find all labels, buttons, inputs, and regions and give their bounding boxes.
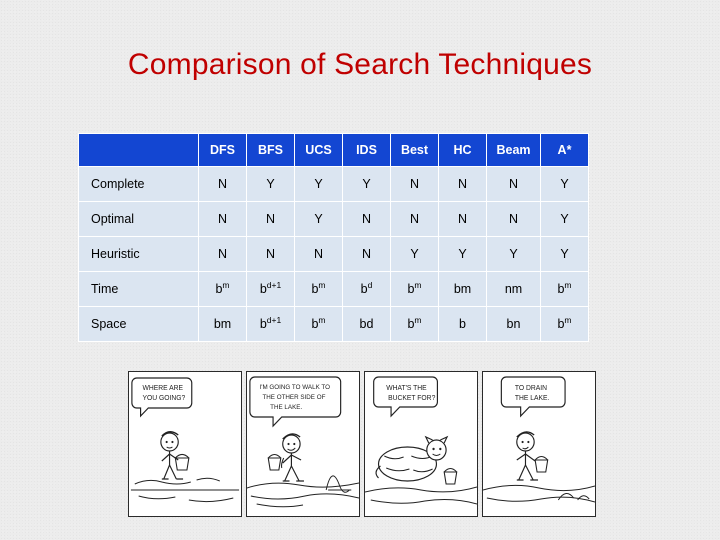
cell-optimal-bfs: N [246, 201, 295, 237]
table-row: Space bm bd+1 bm bd bm b bn bm [78, 306, 589, 342]
cell-complete-beam: N [486, 166, 541, 202]
cell-time-hc: bm [438, 271, 487, 307]
cell-optimal-hc: N [438, 201, 487, 237]
comic-panel-2: I'M GOING TO WALK TO THE OTHER SIDE OF T… [246, 371, 360, 517]
cell-complete-best: N [390, 166, 439, 202]
column-header-best: Best [390, 133, 439, 167]
svg-text:BUCKET FOR?: BUCKET FOR? [388, 395, 435, 402]
cell-space-ids: bd [342, 306, 391, 342]
row-label-space: Space [78, 306, 199, 342]
column-header-beam: Beam [486, 133, 541, 167]
table-row: Time bm bd+1 bm bd bm bm nm bm [78, 271, 589, 307]
svg-text:WHERE ARE: WHERE ARE [143, 385, 184, 392]
cell-space-astar: bm [540, 306, 589, 342]
cell-heuristic-beam: Y [486, 236, 541, 272]
cell-complete-bfs: Y [246, 166, 295, 202]
comparison-table-container: DFS BFS UCS IDS Best HC Beam A* Complete… [78, 133, 589, 342]
cell-heuristic-dfs: N [198, 236, 247, 272]
svg-text:I'M GOING TO WALK TO: I'M GOING TO WALK TO [260, 384, 330, 391]
comic-strip: WHERE ARE YOU GOING? I'M GOING TO WALK T… [128, 371, 596, 517]
column-header-ids: IDS [342, 133, 391, 167]
cell-space-dfs: bm [198, 306, 247, 342]
svg-text:TO DRAIN: TO DRAIN [515, 385, 547, 392]
row-label-complete: Complete [78, 166, 199, 202]
comparison-table: DFS BFS UCS IDS Best HC Beam A* Complete… [78, 133, 589, 342]
column-header-hc: HC [438, 133, 487, 167]
comic-panel-1-art: WHERE ARE YOU GOING? [129, 372, 241, 516]
svg-text:THE LAKE.: THE LAKE. [270, 404, 302, 411]
cell-optimal-best: N [390, 201, 439, 237]
cell-complete-hc: N [438, 166, 487, 202]
column-header-ucs: UCS [294, 133, 343, 167]
cell-heuristic-ids: N [342, 236, 391, 272]
comic-panel-3-art: WHAT'S THE BUCKET FOR? [365, 372, 477, 516]
cell-time-bfs: bd+1 [246, 271, 295, 307]
row-label-time: Time [78, 271, 199, 307]
cell-time-ucs: bm [294, 271, 343, 307]
table-row: Heuristic N N N N Y Y Y Y [78, 236, 589, 272]
cell-heuristic-best: Y [390, 236, 439, 272]
cell-space-hc: b [438, 306, 487, 342]
svg-text:THE LAKE.: THE LAKE. [515, 395, 550, 402]
cell-heuristic-hc: Y [438, 236, 487, 272]
cell-complete-astar: Y [540, 166, 589, 202]
table-header-row: DFS BFS UCS IDS Best HC Beam A* [78, 133, 589, 167]
cell-time-dfs: bm [198, 271, 247, 307]
cell-space-ucs: bm [294, 306, 343, 342]
comic-panel-4-art: TO DRAIN THE LAKE. [483, 372, 595, 516]
column-header-bfs: BFS [246, 133, 295, 167]
table-corner-cell [78, 133, 199, 167]
row-label-heuristic: Heuristic [78, 236, 199, 272]
comic-panel-2-art: I'M GOING TO WALK TO THE OTHER SIDE OF T… [247, 372, 359, 516]
table-row: Optimal N N Y N N N N Y [78, 201, 589, 237]
cell-optimal-ids: N [342, 201, 391, 237]
cell-optimal-astar: Y [540, 201, 589, 237]
cell-time-astar: bm [540, 271, 589, 307]
cell-optimal-dfs: N [198, 201, 247, 237]
cell-space-best: bm [390, 306, 439, 342]
table-row: Complete N Y Y Y N N N Y [78, 166, 589, 202]
cell-space-bfs: bd+1 [246, 306, 295, 342]
cell-complete-ids: Y [342, 166, 391, 202]
row-label-optimal: Optimal [78, 201, 199, 237]
cell-optimal-ucs: Y [294, 201, 343, 237]
svg-text:WHAT'S THE: WHAT'S THE [386, 385, 427, 392]
cell-heuristic-ucs: N [294, 236, 343, 272]
column-header-astar: A* [540, 133, 589, 167]
svg-text:YOU GOING?: YOU GOING? [143, 395, 186, 402]
page-title: Comparison of Search Techniques [127, 48, 593, 81]
cell-complete-ucs: Y [294, 166, 343, 202]
comic-panel-3: WHAT'S THE BUCKET FOR? [364, 371, 478, 517]
cell-complete-dfs: N [198, 166, 247, 202]
svg-text:THE OTHER SIDE OF: THE OTHER SIDE OF [262, 394, 325, 401]
cell-optimal-beam: N [486, 201, 541, 237]
comic-panel-1: WHERE ARE YOU GOING? [128, 371, 242, 517]
cell-time-best: bm [390, 271, 439, 307]
comic-panel-4: TO DRAIN THE LAKE. [482, 371, 596, 517]
cell-space-beam: bn [486, 306, 541, 342]
cell-time-beam: nm [486, 271, 541, 307]
column-header-dfs: DFS [198, 133, 247, 167]
cell-time-ids: bd [342, 271, 391, 307]
cell-heuristic-bfs: N [246, 236, 295, 272]
cell-heuristic-astar: Y [540, 236, 589, 272]
